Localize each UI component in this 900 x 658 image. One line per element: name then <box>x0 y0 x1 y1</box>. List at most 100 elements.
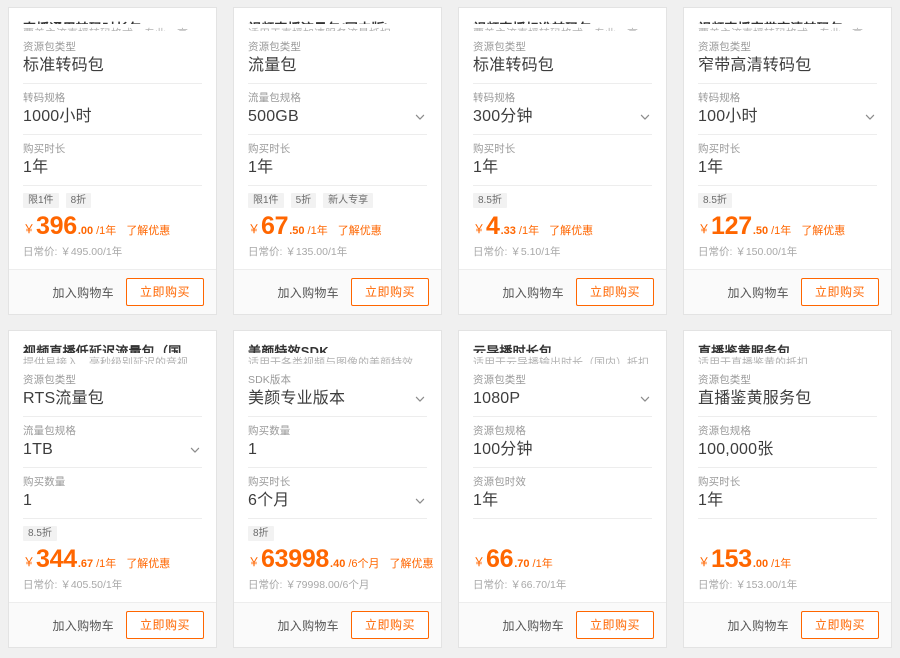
product-card-body: 视频直播低延迟流量包（国内版） 提供易接入、毫秒级别延迟的音视频直播服务 资源包… <box>9 331 216 602</box>
badge-list: 8.5折 <box>698 193 877 208</box>
spec-field-value-row[interactable]: 1年 <box>473 489 652 513</box>
spec-field-value-row[interactable]: 美颜专业版本 <box>248 387 427 411</box>
discount-badge: 5折 <box>290 193 317 208</box>
buy-now-button[interactable]: 立即购买 <box>800 278 879 306</box>
product-subtitle: 覆盖主流直播转码格式，专业，高可定制转码... <box>698 27 877 31</box>
spec-field-value: 1年 <box>698 159 724 176</box>
spec-field-label: 资源包类型 <box>23 41 76 53</box>
spec-field: 购买数量 1 <box>248 424 427 468</box>
product-title: 直播鉴黄服务包 <box>698 344 791 353</box>
spec-field-label: 资源包规格 <box>698 425 751 437</box>
spec-field-value: 美颜专业版本 <box>248 390 346 407</box>
product-card-cell-5: 视频直播低延迟流量包（国内版） 提供易接入、毫秒级别延迟的音视频直播服务 资源包… <box>0 323 225 656</box>
buy-now-button[interactable]: 立即购买 <box>350 278 429 306</box>
spec-field-value: 300分钟 <box>473 108 533 125</box>
add-to-cart-button[interactable]: 加入购物车 <box>50 281 116 304</box>
promo-info-link[interactable]: 了解优惠 <box>390 559 434 570</box>
add-to-cart-button[interactable]: 加入购物车 <box>50 614 116 637</box>
spec-field-value-row[interactable]: 1年 <box>248 156 427 180</box>
promo-info-link[interactable]: 了解优惠 <box>126 226 170 237</box>
spec-field: 流量包规格 1TB <box>23 424 202 468</box>
product-spec-fields: 资源包类型 流量包 流量包规格 500GB 购买时长 1年 <box>248 40 427 193</box>
spec-field: 购买时长 1年 <box>473 142 652 186</box>
promo-info-link[interactable]: 了解优惠 <box>338 226 382 237</box>
price-row: ￥ 67 .50 /1年 了解优惠 <box>248 212 427 240</box>
original-price: 日常价: ￥79998.00/6个月 <box>248 579 370 591</box>
spec-field-value-row[interactable]: 100分钟 <box>473 438 652 462</box>
buy-now-button[interactable]: 立即购买 <box>125 278 204 306</box>
spec-field-value-row[interactable]: 1年 <box>698 156 877 180</box>
spec-field-value-row[interactable]: 流量包 <box>248 54 427 78</box>
product-card[interactable]: 视频直播窄带高清转码包 覆盖主流直播转码格式，专业，高可定制转码... 资源包类… <box>683 7 892 315</box>
spec-field-value-row[interactable]: 500GB <box>248 105 427 129</box>
price-unit: /1年 <box>307 225 328 237</box>
card-footer: 加入购物车 立即购买 <box>684 269 891 314</box>
spec-field-value: 1080P <box>473 390 521 407</box>
price-row: ￥ 63998 .40 /6个月 了解优惠 <box>248 545 434 573</box>
price-zone: 8折 ￥ 63998 .40 /6个月 了解优惠 日常价: ￥79998.00/… <box>248 526 434 602</box>
spec-field-value-row[interactable]: 1年 <box>473 156 652 180</box>
spec-field-value-row[interactable]: 标准转码包 <box>23 54 202 78</box>
currency-symbol: ￥ <box>23 555 36 569</box>
chevron-down-icon[interactable] <box>188 443 202 457</box>
spec-field-value: 100分钟 <box>473 441 533 458</box>
price-integer: 153 <box>711 545 752 573</box>
chevron-down-icon[interactable] <box>638 392 652 406</box>
product-card[interactable]: 美颜特效SDK 适用于各类视频与图像的美颜特效处理 SDK版本 美颜专业版本 购… <box>233 330 442 648</box>
original-price: 日常价: ￥66.70/1年 <box>473 579 567 591</box>
spec-field-value-row[interactable]: 300分钟 <box>473 105 652 129</box>
add-to-cart-button[interactable]: 加入购物车 <box>725 281 791 304</box>
add-to-cart-button[interactable]: 加入购物车 <box>500 614 566 637</box>
spec-field-value-row[interactable]: 6个月 <box>248 489 427 513</box>
chevron-down-icon[interactable] <box>863 110 877 124</box>
promo-info-link[interactable]: 了解优惠 <box>801 226 845 237</box>
chevron-down-icon[interactable] <box>413 494 427 508</box>
buy-now-button[interactable]: 立即购买 <box>800 611 879 639</box>
spec-field-value-row[interactable]: 窄带高清转码包 <box>698 54 877 78</box>
chevron-down-icon[interactable] <box>413 392 427 406</box>
chevron-down-icon[interactable] <box>638 110 652 124</box>
spec-field-value-row[interactable]: 1年 <box>698 489 877 513</box>
spec-field-value-row[interactable]: 1 <box>23 489 202 513</box>
add-to-cart-button[interactable]: 加入购物车 <box>275 614 341 637</box>
spec-field-label: 资源包类型 <box>698 374 751 386</box>
product-card[interactable]: 视频直播流量包(国内版) 适用于直播加速服务流量抵扣 资源包类型 流量包 流量包… <box>233 7 442 315</box>
product-card-body: 视频直播流量包(国内版) 适用于直播加速服务流量抵扣 资源包类型 流量包 流量包… <box>234 8 441 269</box>
spec-field-value-row[interactable]: 1TB <box>23 438 202 462</box>
price-zone: 限1件 8折 ￥ 396 .00 /1年 了解优惠 日常价: ￥495.00/1年 <box>23 193 202 269</box>
spec-field-label: 转码规格 <box>698 92 741 104</box>
spec-field-value-row[interactable]: RTS流量包 <box>23 387 202 411</box>
price-decimal: .50 <box>289 225 305 237</box>
spec-field-value-row[interactable]: 1年 <box>23 156 202 180</box>
card-footer: 加入购物车 立即购买 <box>234 602 441 647</box>
promo-info-link[interactable]: 了解优惠 <box>126 559 170 570</box>
product-card[interactable]: 云导播时长包 适用于云导播输出时长（国内）抵扣 资源包类型 1080P 资源包规… <box>458 330 667 648</box>
spec-field-value-row[interactable]: 标准转码包 <box>473 54 652 78</box>
product-card[interactable]: 直播鉴黄服务包 适用于直播鉴黄的抵扣 资源包类型 直播鉴黄服务包 资源包规格 1… <box>683 330 892 648</box>
buy-now-button[interactable]: 立即购买 <box>350 611 429 639</box>
chevron-down-icon[interactable] <box>413 110 427 124</box>
spec-field-value-row[interactable]: 直播鉴黄服务包 <box>698 387 877 411</box>
product-card[interactable]: 视频直播标准转码包 覆盖主流直播转码格式，专业，高可定制转码... 资源包类型 … <box>458 7 667 315</box>
buy-now-button[interactable]: 立即购买 <box>575 278 654 306</box>
product-card[interactable]: 直播通用转码时长包 覆盖主流直播转码格式，专业，高可定制转码... 资源包类型 … <box>8 7 217 315</box>
product-card[interactable]: 视频直播低延迟流量包（国内版） 提供易接入、毫秒级别延迟的音视频直播服务 资源包… <box>8 330 217 648</box>
spec-field-value-row[interactable]: 1 <box>248 438 427 462</box>
badge-list: 8折 <box>248 526 427 541</box>
spec-field-value-row[interactable]: 1080P <box>473 387 652 411</box>
add-to-cart-button[interactable]: 加入购物车 <box>500 281 566 304</box>
promo-info-link[interactable]: 了解优惠 <box>549 226 593 237</box>
spec-field-value-row[interactable]: 1000小时 <box>23 105 202 129</box>
card-footer: 加入购物车 立即购买 <box>9 602 216 647</box>
spec-field-value-row[interactable]: 100,000张 <box>698 438 877 462</box>
buy-now-button[interactable]: 立即购买 <box>125 611 204 639</box>
price-unit: /1年 <box>771 225 792 237</box>
original-price: 日常价: ￥150.00/1年 <box>698 246 798 258</box>
product-card-body: 云导播时长包 适用于云导播输出时长（国内）抵扣 资源包类型 1080P 资源包规… <box>459 331 666 602</box>
product-card-body: 直播鉴黄服务包 适用于直播鉴黄的抵扣 资源包类型 直播鉴黄服务包 资源包规格 1… <box>684 331 891 602</box>
spec-field: 资源包类型 RTS流量包 <box>23 373 202 417</box>
spec-field-value-row[interactable]: 100小时 <box>698 105 877 129</box>
add-to-cart-button[interactable]: 加入购物车 <box>275 281 341 304</box>
add-to-cart-button[interactable]: 加入购物车 <box>725 614 791 637</box>
buy-now-button[interactable]: 立即购买 <box>575 611 654 639</box>
